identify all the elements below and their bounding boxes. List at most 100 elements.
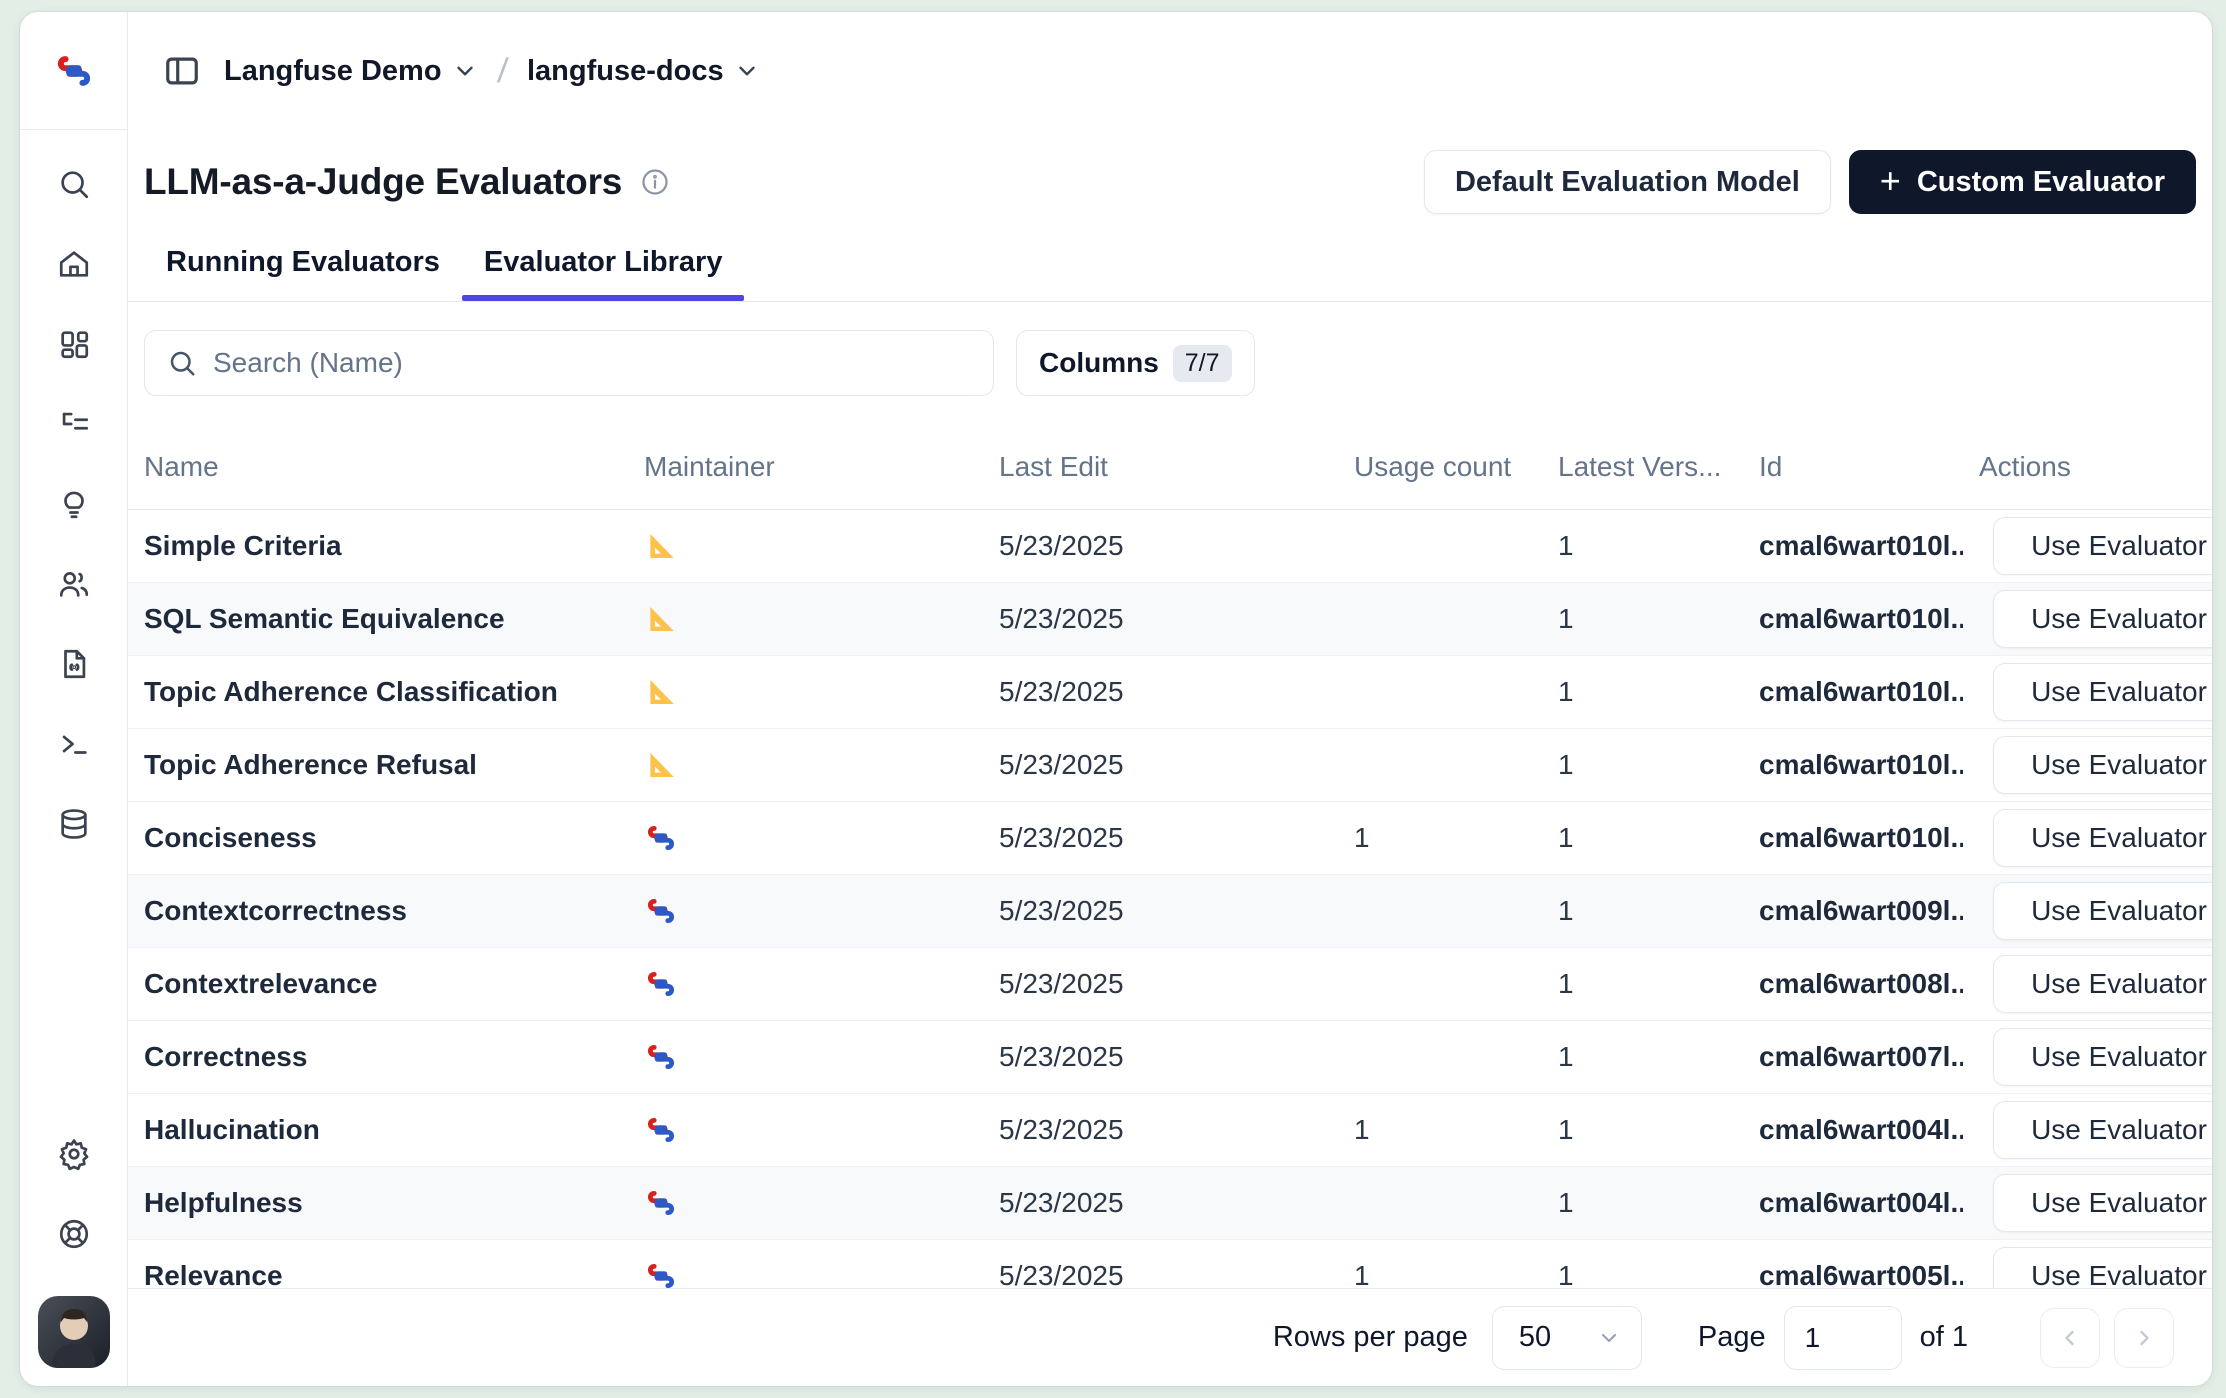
langfuse-logo [20, 12, 127, 130]
custom-evaluator-button[interactable]: + Custom Evaluator [1849, 150, 2196, 214]
use-evaluator-button[interactable]: Use Evaluator [1993, 590, 2212, 648]
home-icon[interactable] [56, 246, 92, 282]
table-row[interactable]: Topic Adherence Classification 5/23/2025… [128, 656, 2212, 729]
last-edit-date: 5/23/2025 [983, 895, 1338, 927]
evaluator-name: Contextrelevance [128, 968, 628, 1000]
table-row[interactable]: Conciseness 5/23/2025 1 1 cmal6wart010l.… [128, 802, 2212, 875]
use-evaluator-button[interactable]: Use Evaluator [1993, 955, 2212, 1013]
actions-cell: Use Evaluator [1963, 809, 2212, 867]
previous-page-button[interactable] [2040, 1308, 2100, 1368]
search-input[interactable] [213, 347, 971, 379]
file-code-icon[interactable] [56, 646, 92, 682]
table-row[interactable]: Contextrelevance 5/23/2025 1 cmal6wart00… [128, 948, 2212, 1021]
use-evaluator-button[interactable]: Use Evaluator [1993, 1101, 2212, 1159]
langfuse-icon [644, 1040, 678, 1074]
avatar-image [38, 1296, 110, 1368]
rows-per-page-select[interactable]: 50 [1492, 1306, 1642, 1370]
col-header-latest-version: Latest Vers... [1542, 451, 1743, 483]
evaluator-id: cmal6wart007l... [1743, 1041, 1963, 1073]
last-edit-date: 5/23/2025 [983, 530, 1338, 562]
next-page-button[interactable] [2114, 1308, 2174, 1368]
sidebar [20, 12, 128, 1386]
evaluator-name: Conciseness [128, 822, 628, 854]
search-icon[interactable] [56, 166, 92, 202]
usage-count-value: 1 [1338, 1260, 1542, 1288]
use-evaluator-button[interactable]: Use Evaluator [1993, 1028, 2212, 1086]
users-icon[interactable] [56, 566, 92, 602]
evaluator-name: Correctness [128, 1041, 628, 1073]
use-evaluator-button[interactable]: Use Evaluator [1993, 517, 2212, 575]
breadcrumb-project[interactable]: langfuse-docs [527, 55, 760, 88]
latest-version-value: 1 [1542, 530, 1743, 562]
database-icon[interactable] [56, 806, 92, 842]
ragas-icon [644, 529, 678, 563]
pagination-footer: Rows per page 50 Page of 1 [128, 1288, 2212, 1386]
dashboard-icon[interactable] [56, 326, 92, 362]
sidebar-toggle-icon[interactable] [160, 49, 204, 93]
latest-version-value: 1 [1542, 1041, 1743, 1073]
columns-button[interactable]: Columns 7/7 [1016, 330, 1255, 396]
evaluator-id: cmal6wart010l... [1743, 530, 1963, 562]
use-evaluator-button[interactable]: Use Evaluator [1993, 1247, 2212, 1288]
use-evaluator-button[interactable]: Use Evaluator [1993, 809, 2212, 867]
tracing-list-tree-icon[interactable] [56, 406, 92, 442]
maintainer-cell [628, 675, 983, 709]
page-number-input[interactable] [1784, 1306, 1902, 1370]
evaluator-name: Hallucination [128, 1114, 628, 1146]
use-evaluator-button[interactable]: Use Evaluator [1993, 663, 2212, 721]
rows-per-page-label: Rows per page [1273, 1321, 1468, 1354]
topbar: Langfuse Demo / langfuse-docs [128, 12, 2212, 130]
last-edit-date: 5/23/2025 [983, 1041, 1338, 1073]
table-row[interactable]: Topic Adherence Refusal 5/23/2025 1 cmal… [128, 729, 2212, 802]
main-area: Langfuse Demo / langfuse-docs LLM-as-a-J… [128, 12, 2212, 1386]
table-row[interactable]: SQL Semantic Equivalence 5/23/2025 1 cma… [128, 583, 2212, 656]
page-total-label: of 1 [1920, 1321, 1968, 1354]
user-avatar[interactable] [38, 1296, 110, 1368]
ragas-icon [644, 602, 678, 636]
table-row[interactable]: Contextcorrectness 5/23/2025 1 cmal6wart… [128, 875, 2212, 948]
use-evaluator-button[interactable]: Use Evaluator [1993, 736, 2212, 794]
evaluator-name: Contextcorrectness [128, 895, 628, 927]
latest-version-value: 1 [1542, 968, 1743, 1000]
table-row[interactable]: Helpfulness 5/23/2025 1 cmal6wart004l...… [128, 1167, 2212, 1240]
langfuse-icon [644, 1186, 678, 1220]
use-evaluator-button[interactable]: Use Evaluator [1993, 882, 2212, 940]
info-icon[interactable] [640, 167, 670, 197]
terminal-icon[interactable] [56, 726, 92, 762]
page-title: LLM-as-a-Judge Evaluators [144, 161, 622, 203]
settings-gear-icon[interactable] [56, 1136, 92, 1172]
evaluator-name: Relevance [128, 1260, 628, 1288]
table-row[interactable]: Simple Criteria 5/23/2025 1 cmal6wart010… [128, 510, 2212, 583]
table-row[interactable]: Correctness 5/23/2025 1 cmal6wart007l...… [128, 1021, 2212, 1094]
sidebar-nav [56, 130, 92, 842]
table-row[interactable]: Relevance 5/23/2025 1 1 cmal6wart005l...… [128, 1240, 2212, 1288]
tab-evaluator-library[interactable]: Evaluator Library [462, 246, 745, 301]
latest-version-value: 1 [1542, 1260, 1743, 1288]
breadcrumb-separator: / [495, 52, 509, 91]
org-name: Langfuse Demo [224, 55, 442, 88]
col-header-maintainer: Maintainer [628, 451, 983, 483]
latest-version-value: 1 [1542, 676, 1743, 708]
latest-version-value: 1 [1542, 1187, 1743, 1219]
chevron-down-icon [452, 58, 478, 84]
tab-running-evaluators[interactable]: Running Evaluators [144, 246, 462, 301]
last-edit-date: 5/23/2025 [983, 603, 1338, 635]
use-evaluator-button[interactable]: Use Evaluator [1993, 1174, 2212, 1232]
lightbulb-icon[interactable] [56, 486, 92, 522]
col-header-usage-count: Usage count [1338, 451, 1542, 483]
maintainer-cell [628, 967, 983, 1001]
custom-evaluator-label: Custom Evaluator [1917, 166, 2165, 199]
chevron-right-icon [2132, 1326, 2156, 1350]
default-evaluation-model-button[interactable]: Default Evaluation Model [1424, 150, 1831, 214]
langfuse-icon [644, 1259, 678, 1288]
breadcrumb-org[interactable]: Langfuse Demo [224, 55, 478, 88]
support-lifebuoy-icon[interactable] [56, 1216, 92, 1252]
columns-count-badge: 7/7 [1173, 345, 1232, 382]
ragas-icon [644, 748, 678, 782]
table-row[interactable]: Hallucination 5/23/2025 1 1 cmal6wart004… [128, 1094, 2212, 1167]
maintainer-cell [628, 602, 983, 636]
evaluator-id: cmal6wart004l... [1743, 1187, 1963, 1219]
project-name: langfuse-docs [527, 55, 724, 88]
evaluator-id: cmal6wart010l... [1743, 822, 1963, 854]
app-window: Langfuse Demo / langfuse-docs LLM-as-a-J… [20, 12, 2212, 1386]
